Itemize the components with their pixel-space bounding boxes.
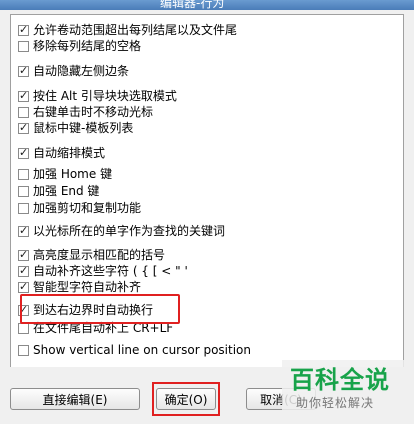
option-label: 允许卷动范围超出每列结尾以及文件尾	[33, 23, 238, 37]
watermark-subtitle: 助你轻松解决	[296, 396, 375, 410]
option-enhanced-cut-copy[interactable]: 加强剪切和复制功能	[18, 200, 141, 216]
checkbox[interactable]	[18, 280, 29, 293]
option-alt-block-select[interactable]: 按住 Alt 引导块块选取模式	[18, 88, 177, 104]
watermark: 百科全说 助你轻松解决	[282, 360, 414, 424]
option-word-at-cursor-find[interactable]: 以光标所在的单字作为查找的关键词	[18, 223, 225, 239]
checkbox[interactable]	[18, 264, 29, 277]
option-label: 智能型字符自动补齐	[33, 280, 142, 294]
option-remove-trailing-spaces[interactable]: 移除每列结尾的空格	[18, 38, 141, 54]
checkbox[interactable]	[18, 224, 29, 237]
direct-edit-label: 直接编辑(E)	[42, 392, 108, 407]
checkbox[interactable]	[18, 344, 29, 356]
option-vertical-line-cursor[interactable]: Show vertical line on cursor position	[18, 342, 251, 358]
checkbox[interactable]	[18, 106, 29, 118]
checkbox[interactable]	[18, 146, 29, 159]
option-smart-auto-complete[interactable]: 智能型字符自动补齐	[18, 279, 141, 295]
option-label: 鼠标中键-模板列表	[33, 121, 134, 135]
checkbox[interactable]	[18, 202, 29, 214]
option-enhanced-end[interactable]: 加强 End 键	[18, 183, 99, 199]
option-right-click-no-move[interactable]: 右键单击时不移动光标	[18, 104, 153, 120]
option-label: 加强 Home 键	[33, 167, 113, 181]
option-allow-scroll-past-end[interactable]: 允许卷动范围超出每列结尾以及文件尾	[18, 22, 237, 38]
checkbox[interactable]	[18, 248, 29, 261]
checkbox[interactable]	[18, 322, 29, 334]
direct-edit-button[interactable]: 直接编辑(E)	[10, 388, 140, 410]
option-label: 高亮度显示相匹配的括号	[33, 248, 166, 262]
option-label: 以光标所在的单字作为查找的关键词	[33, 224, 226, 238]
option-enhanced-home[interactable]: 加强 Home 键	[18, 166, 112, 182]
ok-highlight-box	[152, 382, 220, 416]
checkbox[interactable]	[18, 168, 29, 180]
option-label: 加强 End 键	[33, 184, 100, 198]
checkbox[interactable]	[18, 121, 29, 134]
option-label: 按住 Alt 引导块块选取模式	[33, 89, 177, 103]
option-label: 右键单击时不移动光标	[33, 105, 154, 119]
option-label: 自动隐藏左侧边条	[33, 64, 130, 78]
option-auto-complete-chars[interactable]: 自动补齐这些字符 ( { [ < " '	[18, 263, 188, 279]
window-title: 编辑器-行为	[160, 0, 225, 10]
option-highlight-brackets[interactable]: 高亮度显示相匹配的括号	[18, 247, 165, 263]
checkbox[interactable]	[18, 64, 29, 77]
option-label: 自动缩排模式	[33, 146, 106, 160]
option-label: Show vertical line on cursor position	[33, 343, 251, 357]
checkbox[interactable]	[18, 40, 29, 52]
checkbox[interactable]	[18, 89, 29, 102]
option-label: 加强剪切和复制功能	[33, 201, 142, 215]
option-auto-hide-sidebar[interactable]: 自动隐藏左侧边条	[18, 63, 129, 79]
watermark-title: 百科全说	[290, 366, 390, 394]
option-middle-click-templates[interactable]: 鼠标中键-模板列表	[18, 120, 133, 136]
option-label: 移除每列结尾的空格	[33, 39, 142, 53]
checkbox[interactable]	[18, 185, 29, 197]
option-auto-indent[interactable]: 自动缩排模式	[18, 145, 105, 161]
highlight-box	[20, 294, 180, 324]
title-bar: 编辑器-行为	[0, 0, 414, 10]
option-label: 自动补齐这些字符 ( { [ < " '	[33, 264, 188, 278]
checkbox[interactable]	[18, 23, 29, 36]
